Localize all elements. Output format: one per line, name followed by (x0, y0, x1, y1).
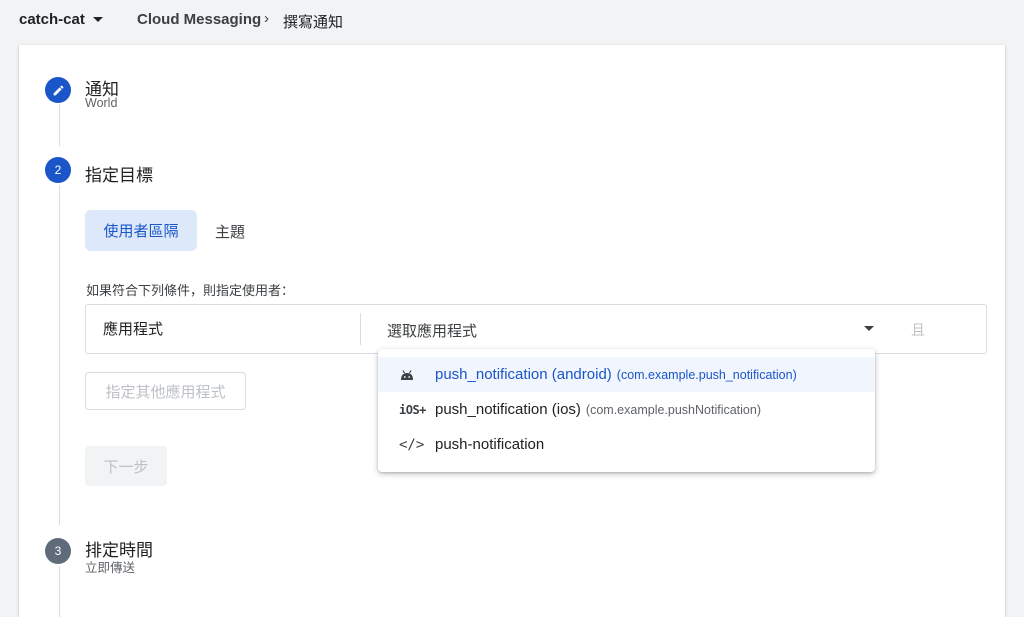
project-name: catch-cat (19, 11, 85, 28)
dropdown-arrow-icon[interactable] (864, 326, 874, 331)
step-1-indicator[interactable] (45, 77, 71, 103)
condition-divider (360, 313, 361, 345)
tab-user-segment[interactable]: 使用者區隔 (85, 210, 197, 251)
step-3-subtitle: 立即傳送 (85, 561, 136, 575)
option-name: push_notification (android) (435, 366, 612, 383)
and-button[interactable]: 且 (911, 320, 925, 340)
step-1-subtitle: World (85, 96, 118, 110)
breadcrumb-product[interactable]: Cloud Messaging (137, 11, 261, 28)
tab-topic[interactable]: 主題 (215, 221, 245, 242)
android-icon (399, 368, 421, 382)
next-button[interactable]: 下一步 (85, 446, 167, 486)
condition-row (85, 304, 987, 354)
stepper-rail (59, 104, 60, 146)
option-name: push_notification (ios) (435, 401, 581, 418)
pencil-icon (53, 85, 63, 95)
option-name: push-notification (435, 436, 545, 453)
app-dropdown-menu: push_notification (android) (com.example… (378, 349, 875, 472)
target-other-app-button[interactable]: 指定其他應用程式 (85, 372, 246, 410)
condition-field-label: 應用程式 (103, 321, 164, 338)
stepper-rail (59, 566, 60, 617)
app-select-dropdown[interactable]: 選取應用程式 (387, 320, 477, 341)
step-3-indicator[interactable]: 3 (45, 538, 71, 564)
dropdown-option-ios[interactable]: iOS+ push_notification (ios) (com.exampl… (378, 392, 875, 427)
breadcrumb-current-page: 撰寫通知 (283, 14, 344, 31)
project-selector[interactable]: catch-cat (19, 11, 103, 28)
top-bar: catch-cat Cloud Messaging › 撰寫通知 (0, 0, 1024, 40)
dropdown-option-android[interactable]: push_notification (android) (com.example… (378, 357, 875, 392)
chevron-right-icon: › (264, 10, 269, 27)
step-2-indicator[interactable]: 2 (45, 157, 71, 183)
option-package: (com.example.push_notification) (616, 367, 797, 382)
code-icon: </> (399, 436, 425, 453)
dropdown-option-web[interactable]: </> push-notification (378, 427, 875, 462)
option-package: (com.example.pushNotification) (585, 402, 761, 417)
condition-label: 如果符合下列條件，則指定使用者： (86, 283, 295, 298)
stepper-rail (59, 185, 60, 525)
step-2-title[interactable]: 指定目標 (85, 161, 153, 186)
chevron-down-icon (92, 17, 103, 22)
ios-icon: iOS+ (399, 402, 426, 417)
